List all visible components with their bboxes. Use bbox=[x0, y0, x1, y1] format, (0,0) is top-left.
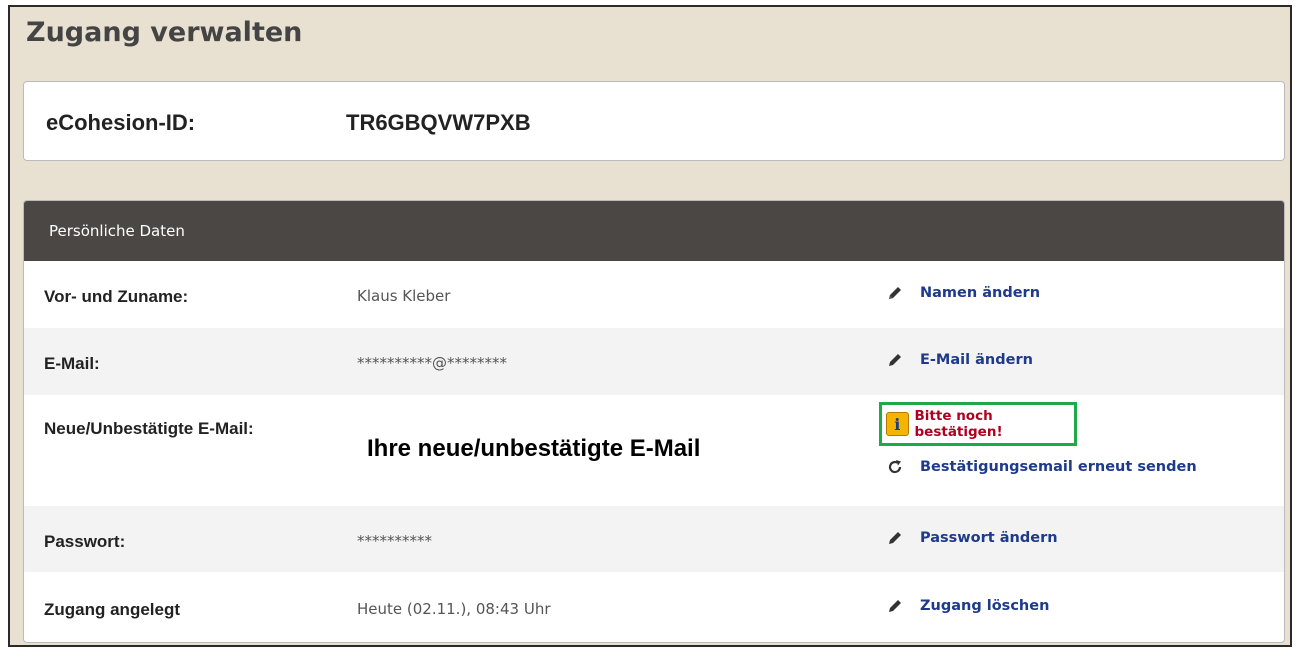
personal-data-panel: Persönliche Daten Vor- und Zuname: Klaus… bbox=[23, 200, 1285, 643]
pencil-icon bbox=[882, 598, 908, 614]
confirm-notice-text: Bitte noch bestätigen! bbox=[914, 408, 1003, 440]
page-title: Zugang verwalten bbox=[26, 17, 303, 48]
password-value: ********** bbox=[357, 532, 432, 550]
id-card: eCohesion-ID: TR6GBQVW7PXB bbox=[23, 81, 1285, 161]
change-email-label: E-Mail ändern bbox=[920, 352, 1033, 368]
delete-account-label: Zugang löschen bbox=[920, 598, 1050, 614]
change-password-link[interactable]: Passwort ändern bbox=[882, 530, 1058, 546]
confirm-notice: i Bitte noch bestätigen! bbox=[879, 402, 1077, 446]
id-value: TR6GBQVW7PXB bbox=[346, 110, 531, 135]
email-value: **********@******** bbox=[357, 354, 507, 372]
change-email-link[interactable]: E-Mail ändern bbox=[882, 352, 1033, 368]
account-created-label: Zugang angelegt bbox=[44, 600, 180, 619]
change-name-link[interactable]: Namen ändern bbox=[882, 285, 1040, 301]
row-account-created: Zugang angelegt Heute (02.11.), 08:43 Uh… bbox=[24, 572, 1284, 642]
panel-header: Persönliche Daten bbox=[24, 201, 1284, 261]
resend-confirmation-link[interactable]: Bestätigungsemail erneut senden bbox=[882, 459, 1197, 475]
change-password-label: Passwort ändern bbox=[920, 530, 1058, 546]
new-email-label: Neue/Unbestätigte E-Mail: bbox=[44, 419, 254, 438]
pencil-icon bbox=[882, 352, 908, 368]
password-label: Passwort: bbox=[44, 532, 126, 551]
email-label: E-Mail: bbox=[44, 354, 100, 373]
new-email-value: Ihre neue/unbestätigte E-Mail bbox=[367, 435, 701, 462]
id-label: eCohesion-ID: bbox=[46, 110, 196, 135]
pencil-icon bbox=[882, 530, 908, 546]
row-password: Passwort: ********** Passwort ändern bbox=[24, 506, 1284, 572]
pencil-icon bbox=[882, 285, 908, 301]
info-icon: i bbox=[886, 412, 909, 436]
change-name-label: Namen ändern bbox=[920, 285, 1041, 301]
refresh-icon bbox=[882, 459, 908, 475]
account-created-value: Heute (02.11.), 08:43 Uhr bbox=[357, 600, 551, 618]
row-new-email: Neue/Unbestätigte E-Mail: Ihre neue/unbe… bbox=[24, 395, 1284, 506]
page-frame: Zugang verwalten eCohesion-ID: TR6GBQVW7… bbox=[8, 5, 1292, 647]
name-value: Klaus Kleber bbox=[357, 287, 451, 305]
row-name: Vor- und Zuname: Klaus Kleber Namen ände… bbox=[24, 261, 1284, 328]
resend-confirmation-label: Bestätigungsemail erneut senden bbox=[920, 459, 1197, 475]
delete-account-link[interactable]: Zugang löschen bbox=[882, 598, 1049, 614]
name-label: Vor- und Zuname: bbox=[44, 287, 189, 306]
row-email: E-Mail: **********@******** E-Mail änder… bbox=[24, 328, 1284, 395]
